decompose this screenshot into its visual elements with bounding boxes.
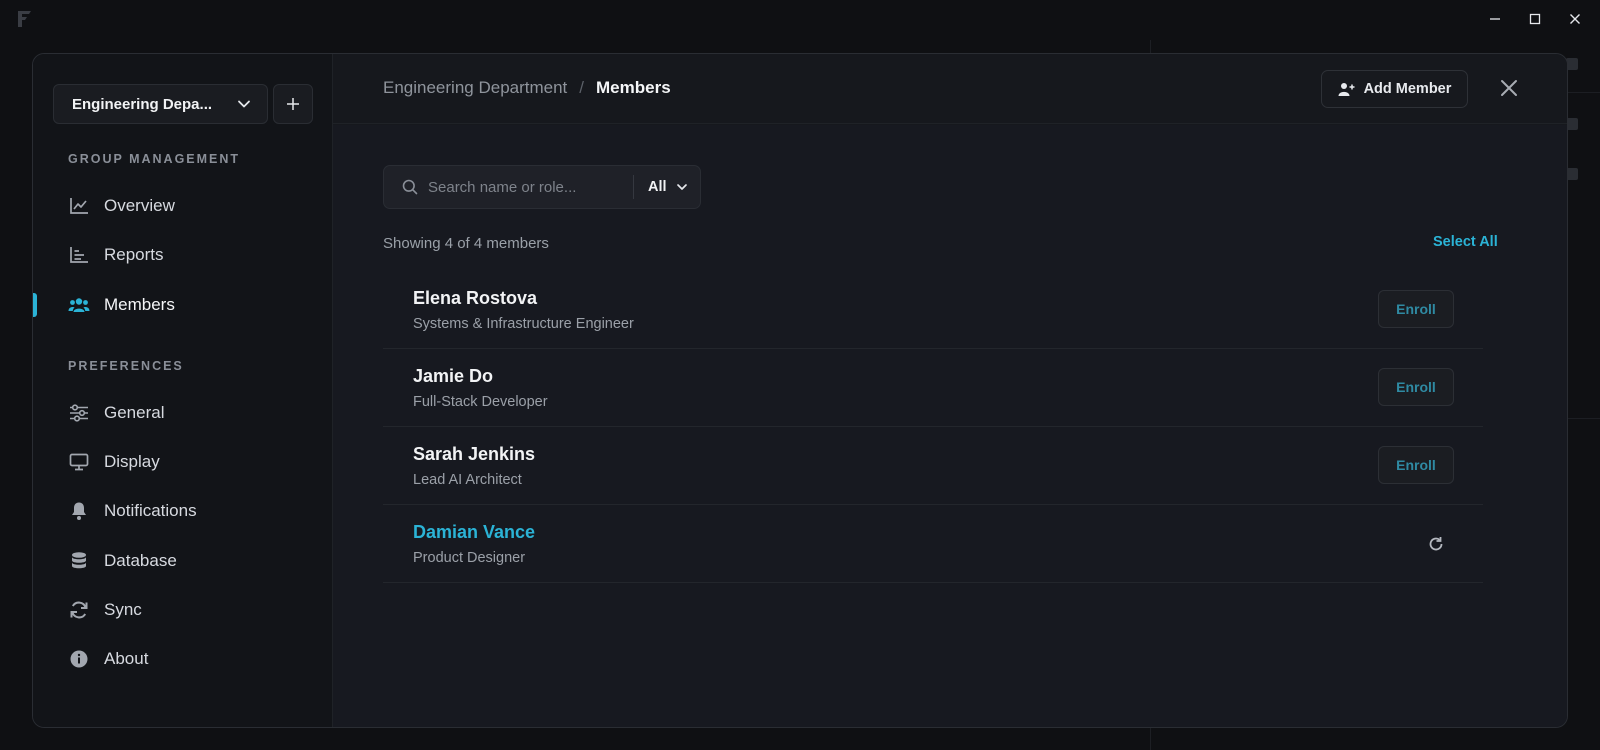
sidebar-item-label: About <box>104 649 149 668</box>
group-management-label: GROUP MANAGEMENT <box>68 152 241 166</box>
add-member-button[interactable]: Add Member <box>1321 70 1468 108</box>
enroll-button[interactable]: Enroll <box>1378 446 1454 484</box>
monitor-icon <box>68 451 90 473</box>
sidebar-item-display[interactable]: Display <box>33 444 333 480</box>
sidebar-item-label: Members <box>104 295 175 314</box>
member-role: Lead AI Architect <box>413 472 522 488</box>
group-settings-modal: Engineering Depa... GROUP MANAGEMENT Ove… <box>32 53 1568 728</box>
sidebar-item-label: Sync <box>104 600 142 619</box>
filter-value: All <box>648 179 667 195</box>
list-item[interactable]: Sarah Jenkins Lead AI Architect Enroll <box>383 427 1483 505</box>
chevron-down-icon <box>676 184 687 190</box>
list-item[interactable]: Damian Vance Product Designer <box>383 505 1483 583</box>
maximize-button[interactable] <box>1524 8 1546 30</box>
minimize-button[interactable] <box>1484 8 1506 30</box>
window-close-button[interactable] <box>1564 8 1586 30</box>
breadcrumb: Engineering Department / Members <box>383 78 671 98</box>
minimize-icon <box>1490 18 1500 20</box>
select-all-link[interactable]: Select All <box>1433 234 1498 250</box>
preferences-label: PREFERENCES <box>68 359 184 373</box>
sidebar-item-members[interactable]: Members <box>33 287 333 323</box>
app-logo-icon <box>18 11 31 27</box>
refresh-icon <box>1429 537 1443 551</box>
add-workspace-button[interactable] <box>273 84 313 124</box>
chart-line-icon <box>68 195 90 217</box>
breadcrumb-parent[interactable]: Engineering Department <box>383 78 567 98</box>
sidebar-item-database[interactable]: Database <box>33 543 333 579</box>
maximize-icon <box>1529 13 1541 25</box>
info-icon <box>68 648 90 670</box>
enroll-button[interactable]: Enroll <box>1378 368 1454 406</box>
sidebar-item-notifications[interactable]: Notifications <box>33 493 333 529</box>
member-count-text: Showing 4 of 4 members <box>383 235 549 252</box>
active-indicator <box>33 293 37 317</box>
role-filter-dropdown[interactable]: All <box>634 179 688 195</box>
sync-icon <box>68 599 90 621</box>
search-input[interactable] <box>428 172 633 202</box>
search-icon <box>402 179 418 195</box>
list-item[interactable]: Elena Rostova Systems & Infrastructure E… <box>383 271 1483 349</box>
sidebar-item-label: Reports <box>104 245 164 264</box>
member-name: Elena Rostova <box>413 288 538 308</box>
sidebar-item-sync[interactable]: Sync <box>33 592 333 628</box>
sidebar-item-label: Database <box>104 551 177 570</box>
user-plus-icon <box>1338 82 1355 96</box>
sidebar-item-reports[interactable]: Reports <box>33 237 333 273</box>
list-item[interactable]: Jamie Do Full-Stack Developer Enroll <box>383 349 1483 427</box>
panel-header: Engineering Department / Members Add Mem… <box>333 54 1567 124</box>
members-content: All Showing 4 of 4 members Select All El… <box>333 125 1567 727</box>
close-icon <box>1501 80 1517 96</box>
sidebar-item-about[interactable]: About <box>33 641 333 677</box>
window-titlebar <box>0 0 1600 38</box>
close-icon <box>1570 14 1580 24</box>
modal-close-button[interactable] <box>1497 76 1521 100</box>
members-main-panel: Engineering Department / Members Add Mem… <box>333 54 1567 727</box>
sidebar-item-overview[interactable]: Overview <box>33 188 333 224</box>
sidebar-item-label: Overview <box>104 196 175 215</box>
breadcrumb-current: Members <box>596 78 671 97</box>
breadcrumb-separator: / <box>579 78 585 97</box>
member-name: Sarah Jenkins <box>413 444 536 464</box>
workspace-name: Engineering Depa... <box>72 95 213 113</box>
settings-sidebar: Engineering Depa... GROUP MANAGEMENT Ove… <box>33 54 333 727</box>
member-name: Jamie Do <box>413 366 494 386</box>
member-role: Systems & Infrastructure Engineer <box>413 316 634 332</box>
member-role: Product Designer <box>413 550 526 566</box>
enroll-button[interactable]: Enroll <box>1378 290 1454 328</box>
database-icon <box>68 550 90 572</box>
sidebar-item-label: Notifications <box>104 501 197 520</box>
plus-icon <box>287 98 299 110</box>
member-list: Elena Rostova Systems & Infrastructure E… <box>383 271 1483 583</box>
users-icon <box>68 294 90 316</box>
workspace-dropdown[interactable]: Engineering Depa... <box>53 84 268 124</box>
sliders-icon <box>68 402 90 424</box>
sidebar-item-label: General <box>104 403 165 422</box>
chevron-down-icon <box>238 100 250 108</box>
bell-icon <box>68 500 90 522</box>
sidebar-item-label: Display <box>104 452 160 471</box>
add-member-label: Add Member <box>1363 81 1452 97</box>
member-name: Damian Vance <box>413 522 536 542</box>
sidebar-item-general[interactable]: General <box>33 395 333 431</box>
refresh-button[interactable] <box>1426 534 1446 554</box>
bar-chart-icon <box>68 244 90 266</box>
member-role: Full-Stack Developer <box>413 394 548 410</box>
search-bar: All <box>383 165 701 209</box>
